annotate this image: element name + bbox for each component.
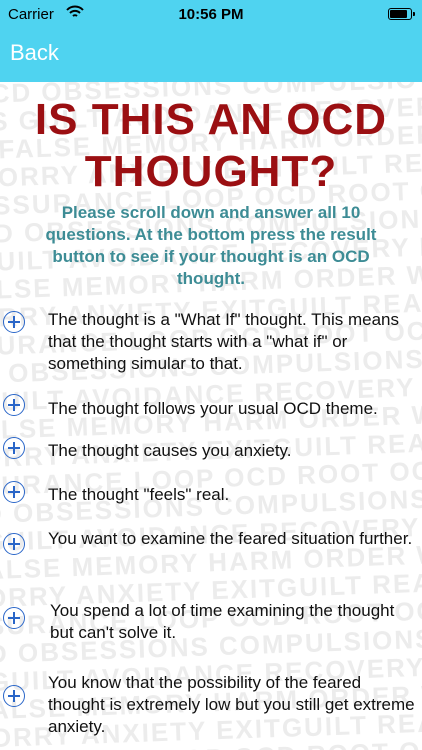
question-text: You want to examine the feared situation… bbox=[48, 529, 413, 548]
plus-circle-icon[interactable] bbox=[3, 685, 25, 707]
plus-circle-icon[interactable] bbox=[3, 311, 25, 333]
title-line-1: IS THIS AN OCD bbox=[34, 95, 388, 144]
plus-circle-icon[interactable] bbox=[3, 437, 25, 459]
question-text: You know that the possibility of the fea… bbox=[48, 673, 415, 736]
back-button[interactable]: Back bbox=[10, 40, 59, 66]
instructions-text: Please scroll down and answer all 10 que… bbox=[45, 203, 377, 288]
title-line-2: THOUGHT? bbox=[84, 147, 338, 196]
question-text: The thought follows your usual OCD theme… bbox=[48, 399, 378, 418]
page-title: IS THIS AN OCD THOUGHT? bbox=[0, 94, 422, 198]
navigation-bar: Back bbox=[0, 30, 422, 82]
plus-circle-icon[interactable] bbox=[3, 394, 25, 416]
content-area[interactable]: OCD OBSESSIONS COMPULSIONS GUILT AVOIDAN… bbox=[0, 82, 422, 750]
plus-circle-icon[interactable] bbox=[3, 533, 25, 555]
clock: 10:56 PM bbox=[178, 6, 244, 23]
plus-circle-icon[interactable] bbox=[3, 607, 25, 629]
question-text: You spend a lot of time examining the th… bbox=[50, 601, 395, 642]
question-text: The thought "feels" real. bbox=[48, 485, 230, 504]
battery-icon bbox=[388, 8, 415, 20]
status-bar: Carrier 10:56 PM bbox=[0, 0, 422, 30]
plus-circle-icon[interactable] bbox=[3, 481, 25, 503]
battery-fill bbox=[390, 10, 408, 18]
question-text: The thought causes you anxiety. bbox=[48, 441, 292, 460]
question-text: The thought is a "What If" thought. This… bbox=[48, 310, 399, 373]
